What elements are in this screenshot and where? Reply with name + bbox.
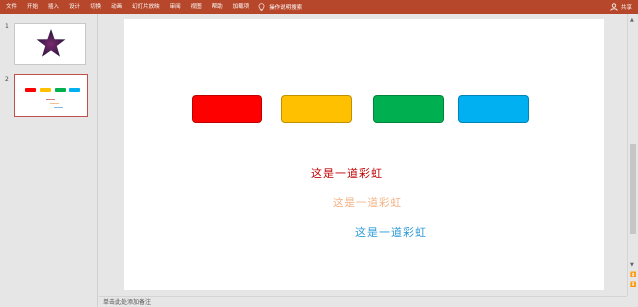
blue-rectangle[interactable] (458, 95, 529, 123)
tab-view[interactable]: 视图 (186, 0, 207, 14)
tab-insert[interactable]: 插入 (43, 0, 64, 14)
slide-thumbnail-1[interactable] (14, 23, 86, 65)
thumb-text-line-1 (46, 99, 55, 100)
notes-placeholder: 单击此处添加备注 (103, 299, 152, 306)
tab-transitions[interactable]: 切换 (85, 0, 106, 14)
vertical-scrollbar[interactable]: ▲ ▼ ⏫ ⏬ (627, 14, 638, 296)
rainbow-text-red[interactable]: 这是一道彩虹 (311, 165, 383, 181)
thumb-shape-red (25, 88, 36, 92)
thumb-text-line-2 (50, 103, 59, 104)
scroll-down-arrow-icon[interactable]: ▼ (630, 262, 634, 268)
thumb-shape-yellow (40, 88, 51, 92)
tab-home[interactable]: 开始 (22, 0, 43, 14)
tab-review[interactable]: 审阅 (165, 0, 186, 14)
slide-editing-area: 这是一道彩虹 这是一道彩虹 这是一道彩虹 (99, 14, 627, 296)
tab-file[interactable]: 文件 (0, 0, 22, 14)
tab-addins[interactable]: 加载项 (228, 0, 255, 14)
thumbnail-number-1: 1 (5, 23, 9, 30)
previous-slide-icon[interactable]: ⏫ (630, 272, 636, 278)
lightbulb-icon (258, 2, 265, 11)
rainbow-text-orange[interactable]: 这是一道彩虹 (333, 195, 402, 210)
scroll-up-arrow-icon[interactable]: ▲ (630, 17, 634, 23)
next-slide-icon[interactable]: ⏬ (630, 282, 636, 288)
tab-help[interactable]: 帮助 (207, 0, 228, 14)
rainbow-text-blue[interactable]: 这是一道彩虹 (355, 224, 427, 240)
tab-animations[interactable]: 动画 (106, 0, 127, 14)
thumbnail-number-2: 2 (5, 76, 9, 83)
tell-me-label: 操作说明搜索 (269, 5, 303, 11)
slide-thumbnail-pane: 1 2 (0, 14, 98, 307)
ribbon-tab-bar: 文件 开始 插入 设计 切换 动画 幻灯片放映 审阅 视图 帮助 加载项 操作说… (0, 0, 638, 14)
user-icon (610, 3, 618, 11)
notes-pane[interactable]: 单击此处添加备注 (99, 296, 627, 307)
green-rectangle[interactable] (373, 95, 444, 123)
thumb-shape-green (55, 88, 66, 92)
red-rectangle[interactable] (192, 95, 262, 123)
slide-thumbnail-2[interactable] (14, 74, 88, 117)
share-label: 共享 (620, 5, 632, 11)
tell-me-search[interactable]: 操作说明搜索 (258, 2, 303, 12)
yellow-rectangle[interactable] (281, 95, 352, 123)
share-button[interactable]: 共享 (610, 0, 632, 14)
slide-canvas[interactable]: 这是一道彩虹 这是一道彩虹 这是一道彩虹 (124, 19, 604, 290)
tab-slideshow[interactable]: 幻灯片放映 (127, 0, 165, 14)
thumb-text-line-3 (54, 107, 63, 108)
scrollbar-thumb[interactable] (630, 144, 636, 234)
tab-design[interactable]: 设计 (64, 0, 85, 14)
thumb-shape-blue (69, 88, 80, 92)
star-icon (36, 29, 66, 57)
